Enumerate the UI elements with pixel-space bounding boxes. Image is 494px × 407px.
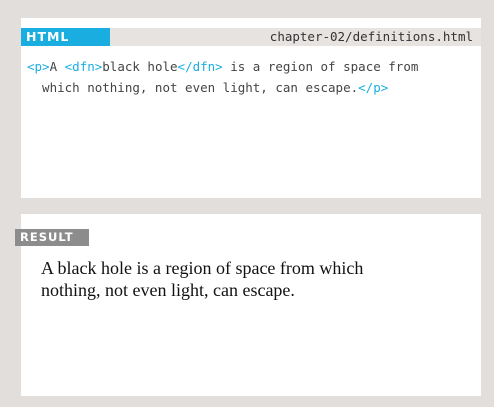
- result-panel: RESULT A black hole is a region of space…: [15, 214, 481, 396]
- code-filename: chapter-02/definitions.html: [269, 29, 473, 44]
- html-tab-label: HTML: [21, 28, 110, 46]
- code-p-open-tag: <p>: [27, 59, 50, 74]
- code-block: <p>A <dfn>black hole</dfn> is a region o…: [27, 56, 475, 98]
- result-paragraph: A black hole is a region of space from w…: [41, 257, 441, 301]
- code-p-close-tag: </p>: [358, 80, 389, 95]
- result-line: A black hole is a region of space from w…: [41, 258, 364, 278]
- code-text: A: [49, 59, 65, 74]
- code-term: black hole: [102, 59, 178, 74]
- code-dfn-open-tag: <dfn>: [64, 59, 103, 74]
- code-text: which nothing, not even light, can escap…: [27, 80, 359, 95]
- result-line: nothing, not even light, can escape.: [41, 280, 295, 300]
- code-text: is a region of space from: [222, 59, 419, 74]
- result-tab-label: RESULT: [15, 229, 89, 246]
- code-dfn-close-tag: </dfn>: [177, 59, 223, 74]
- code-panel: HTML chapter-02/definitions.html <p>A <d…: [21, 18, 481, 198]
- code-header-bar: HTML chapter-02/definitions.html: [21, 28, 481, 46]
